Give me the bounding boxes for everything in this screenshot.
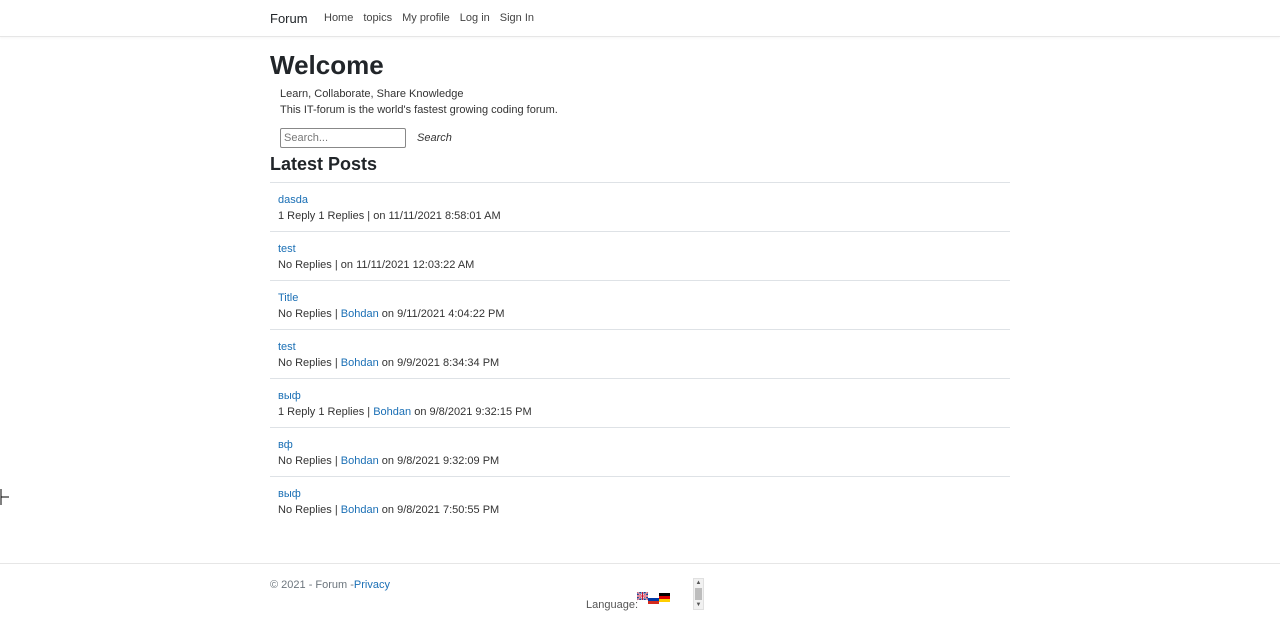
nav-my-profile-link[interactable]: My profile [402,12,450,24]
nav-topics-link[interactable]: topics [363,12,392,24]
post-replies: No Replies [278,357,332,369]
post-replies: 1 Reply 1 Replies [278,210,365,222]
list-item: вф No Replies | Bohdan on 9/8/2021 9:32:… [270,428,1010,477]
latest-posts-heading: Latest Posts [270,152,1010,183]
post-meta: No Replies | Bohdan on 9/11/2021 4:04:22… [278,306,1002,322]
brand-link[interactable]: Forum [270,11,308,26]
tagline: Learn, Collaborate, Share Knowledge This… [280,86,1010,118]
post-author-link[interactable]: Bohdan [341,504,379,516]
cursor-icon [0,489,9,505]
post-author-link[interactable]: Bohdan [341,308,379,320]
search-button[interactable]: Search [417,132,452,144]
post-author-link[interactable]: Bohdan [341,357,379,369]
nav-log-in-link[interactable]: Log in [460,12,490,24]
post-title-link[interactable]: test [278,339,296,355]
scroll-thumb[interactable] [695,588,702,600]
post-meta: No Replies | on 11/11/2021 12:03:22 AM [278,257,1002,273]
germany-flag-icon [659,593,670,602]
nav-links: Home topics My profile Log in Sign In [324,12,534,24]
post-replies: No Replies [278,259,332,271]
post-separator: | [331,259,341,271]
language-label: Language: [586,599,638,611]
scroll-up-icon[interactable]: ▲ [694,579,703,587]
search-form: Search [280,128,1010,150]
list-item: dasda 1 Reply 1 Replies | on 11/11/2021 … [270,183,1010,232]
post-date: on 11/11/2021 12:03:22 AM [340,259,475,271]
post-replies: No Replies [278,455,332,467]
post-title-link[interactable]: dasda [278,192,308,208]
navbar: Forum Home topics My profile Log in Sign… [0,0,1280,37]
post-author-link[interactable]: Bohdan [341,455,379,467]
nav-home-link[interactable]: Home [324,12,353,24]
post-meta: No Replies | Bohdan on 9/8/2021 9:32:09 … [278,453,1002,469]
post-title-link[interactable]: test [278,241,296,257]
post-meta: 1 Reply 1 Replies | on 11/11/2021 8:58:0… [278,208,1002,224]
search-input[interactable] [280,128,406,148]
post-title-link[interactable]: вф [278,437,293,453]
post-meta: No Replies | Bohdan on 9/8/2021 7:50:55 … [278,502,1002,518]
page-title: Welcome [270,50,384,80]
copyright-text: © 2021 - Forum - [270,579,354,591]
post-list: dasda 1 Reply 1 Replies | on 11/11/2021 … [270,183,1010,525]
post-title-link[interactable]: выф [278,388,301,404]
post-date: on 9/8/2021 9:32:15 PM [411,406,532,418]
post-separator: | [331,308,341,320]
post-meta: No Replies | Bohdan on 9/9/2021 8:34:34 … [278,355,1002,371]
russia-flag-icon [648,595,659,604]
language-flags-icon[interactable] [637,592,670,604]
language-scrollbar[interactable]: ▲ ▼ [693,578,704,610]
privacy-link[interactable]: Privacy [354,579,390,591]
footer: © 2021 - Forum -Privacy Language: ▲ ▼ [0,563,1280,625]
post-replies: No Replies [278,504,332,516]
tagline-line-1: Learn, Collaborate, Share Knowledge [280,88,464,100]
scroll-down-icon[interactable]: ▼ [694,601,703,609]
post-separator: | [364,210,374,222]
post-separator: | [331,504,341,516]
main-content: Welcome Learn, Collaborate, Share Knowle… [270,48,1010,525]
post-separator: | [331,455,341,467]
post-date: on 9/8/2021 7:50:55 PM [378,504,500,516]
copyright: © 2021 - Forum -Privacy [270,579,390,591]
list-item: выф No Replies | Bohdan on 9/8/2021 7:50… [270,477,1010,525]
list-item: Title No Replies | Bohdan on 9/11/2021 4… [270,281,1010,330]
nav-sign-in-link[interactable]: Sign In [500,12,534,24]
tagline-line-2: This IT-forum is the world's fastest gro… [280,104,558,116]
post-date: on 9/9/2021 8:34:34 PM [378,357,500,369]
post-title-link[interactable]: Title [278,290,298,306]
post-replies: 1 Reply 1 Replies [278,406,365,418]
post-author-link[interactable]: Bohdan [373,406,411,418]
post-replies: No Replies [278,308,332,320]
list-item: test No Replies | on 11/11/2021 12:03:22… [270,232,1010,281]
list-item: выф 1 Reply 1 Replies | Bohdan on 9/8/20… [270,379,1010,428]
post-separator: | [331,357,341,369]
list-item: test No Replies | Bohdan on 9/9/2021 8:3… [270,330,1010,379]
post-date: on 9/11/2021 4:04:22 PM [378,308,505,320]
uk-flag-icon [637,592,649,601]
post-date: on 11/11/2021 8:58:01 AM [373,210,501,222]
post-title-link[interactable]: выф [278,486,301,502]
post-separator: | [364,406,374,418]
post-meta: 1 Reply 1 Replies | Bohdan on 9/8/2021 9… [278,404,1002,420]
post-date: on 9/8/2021 9:32:09 PM [378,455,500,467]
